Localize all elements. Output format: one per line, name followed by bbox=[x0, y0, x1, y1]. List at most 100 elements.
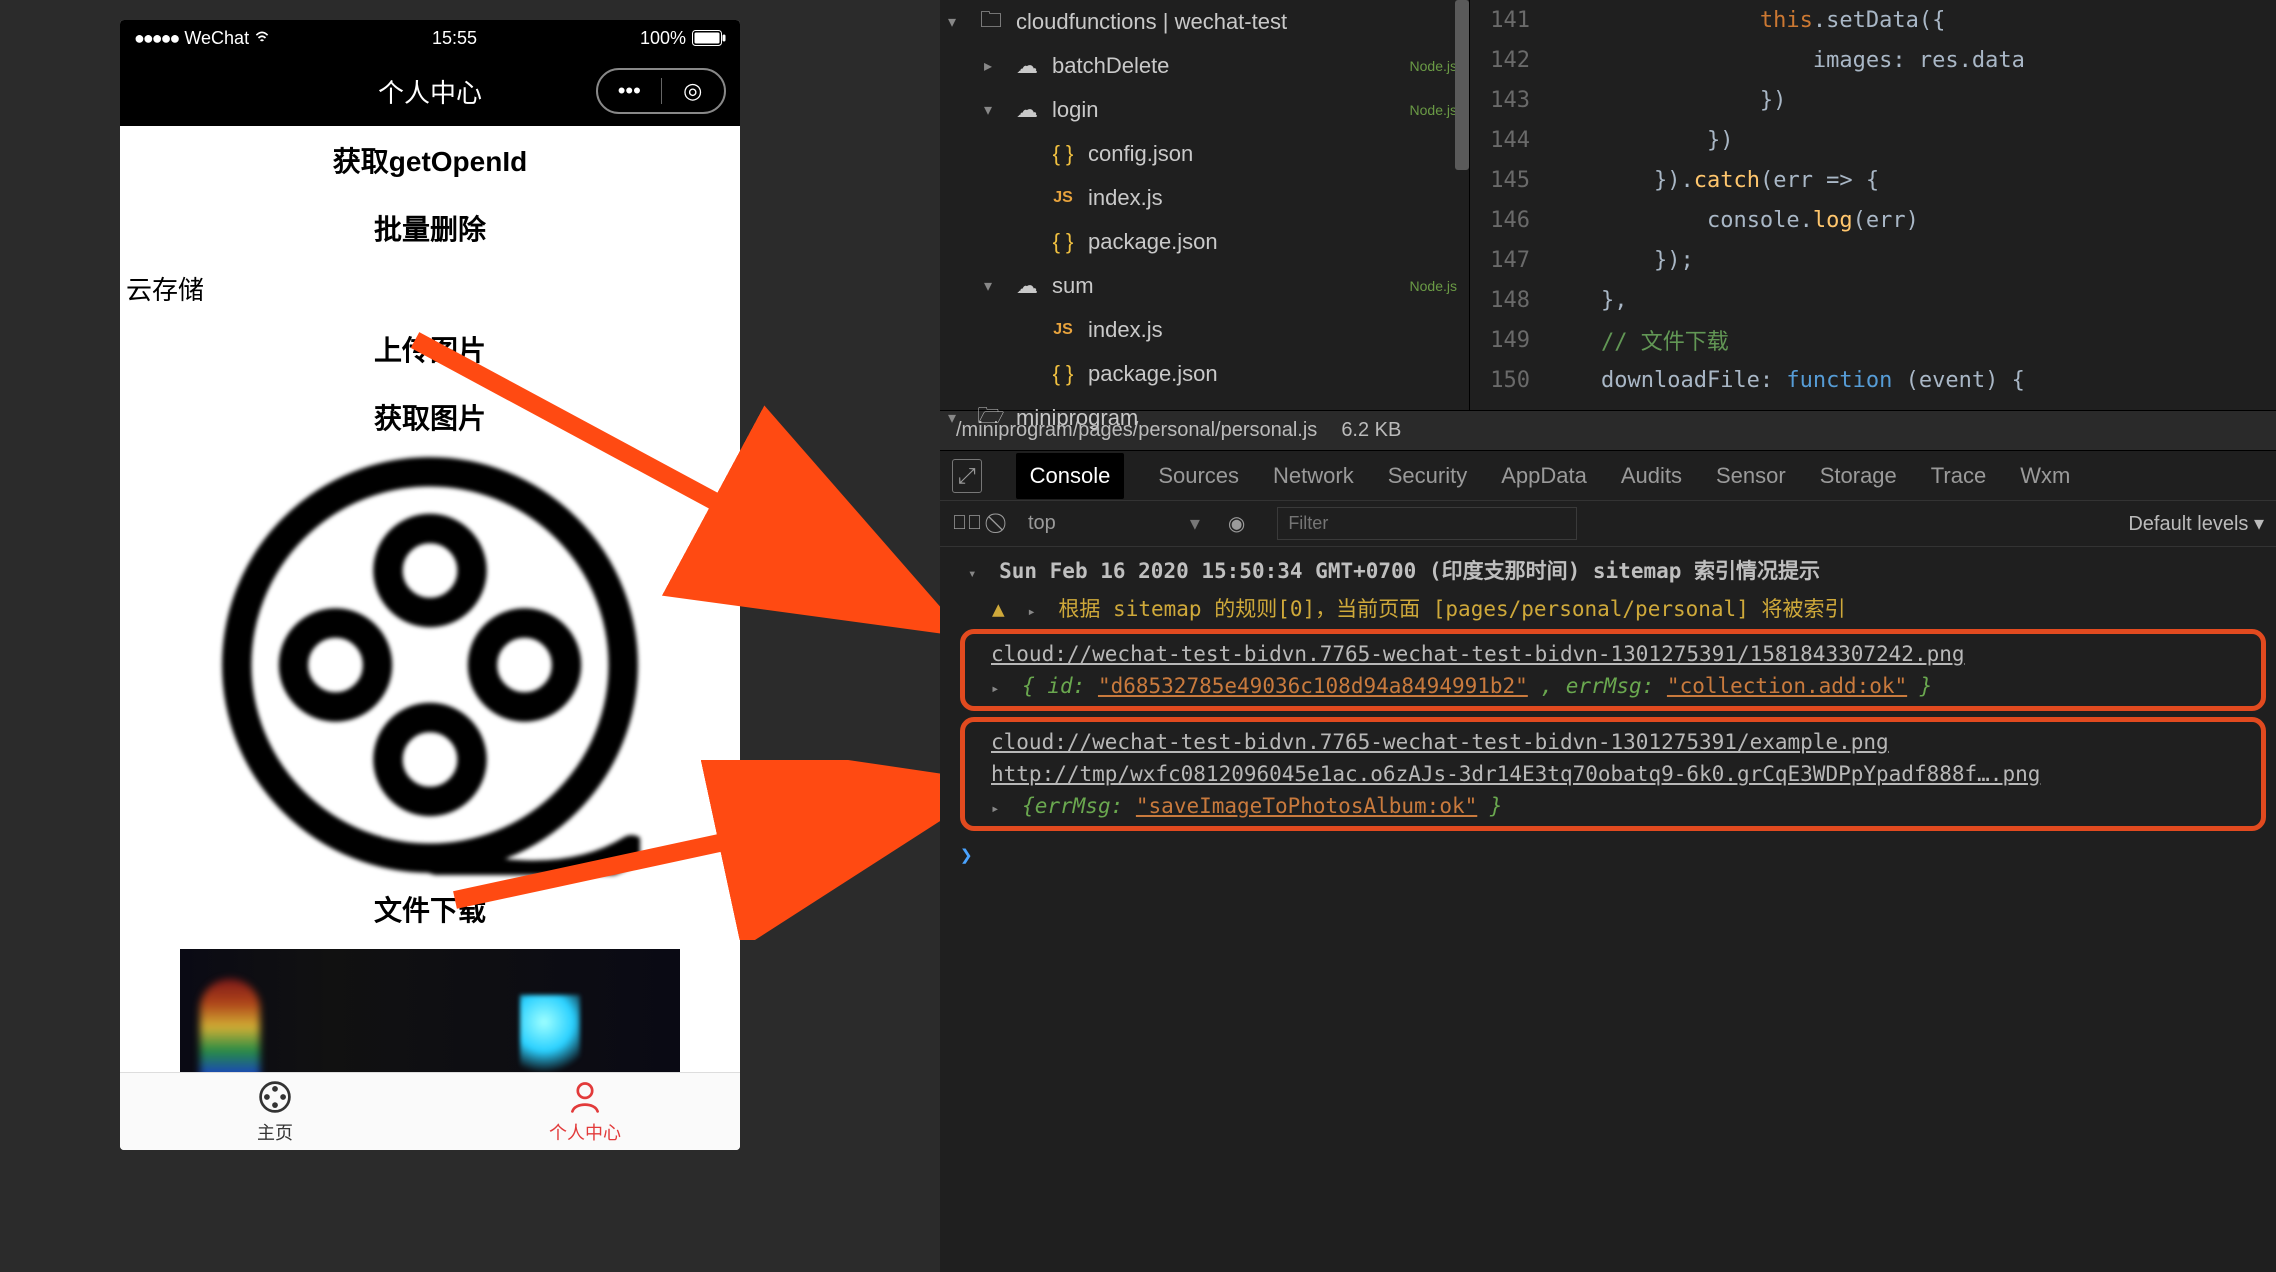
tab-network[interactable]: Network bbox=[1273, 463, 1354, 489]
eye-icon[interactable]: ◉ bbox=[1228, 511, 1245, 536]
batch-delete-button[interactable]: 批量删除 bbox=[120, 194, 740, 262]
code-editor[interactable]: 141 this.setData({ 142 images: res.data … bbox=[1470, 0, 2276, 410]
console-string: "saveImageToPhotosAlbum:ok" bbox=[1136, 794, 1477, 818]
tree-sum[interactable]: ▾ ☁ sum Node.js bbox=[940, 264, 1469, 308]
console-url[interactable]: cloud://wechat-test-bidvn.7765-wechat-te… bbox=[991, 642, 1965, 666]
battery-icon bbox=[692, 30, 726, 46]
context-select[interactable]: top ▾ bbox=[1018, 507, 1210, 540]
tab-appdata[interactable]: AppData bbox=[1501, 463, 1587, 489]
film-reel-icon bbox=[220, 455, 640, 875]
status-time: 15:55 bbox=[432, 28, 477, 49]
capsule-close-icon[interactable]: ◎ bbox=[662, 78, 725, 104]
console-group[interactable]: ▾ Sun Feb 16 2020 15:50:34 GMT+0700 (印度支… bbox=[950, 551, 2266, 589]
tree-sum-index-js[interactable]: JS index.js bbox=[940, 308, 1469, 352]
downloaded-image bbox=[180, 949, 680, 1072]
tab-personal[interactable]: 个人中心 bbox=[430, 1073, 740, 1150]
folder-icon: 🗀 bbox=[978, 3, 1004, 41]
console-output[interactable]: ▾ Sun Feb 16 2020 15:50:34 GMT+0700 (印度支… bbox=[940, 547, 2276, 1272]
code-token: function bbox=[1786, 368, 1892, 393]
line-number: 146 bbox=[1470, 208, 1548, 233]
code-token: console. bbox=[1707, 208, 1813, 233]
node-badge: Node.js bbox=[1410, 58, 1457, 74]
status-bar: ●●●●● WeChat 15:55 100% bbox=[120, 20, 740, 56]
filter-input[interactable] bbox=[1277, 507, 1577, 540]
console-object[interactable]: ▸ {errMsg: "saveImageToPhotosAlbum:ok" } bbox=[973, 790, 2253, 822]
chevron-down-icon: ▾ bbox=[984, 100, 1002, 120]
code-token: // 文件下载 bbox=[1601, 324, 1729, 356]
console-line[interactable]: cloud://wechat-test-bidvn.7765-wechat-te… bbox=[973, 638, 2253, 670]
get-image-button[interactable]: 获取图片 bbox=[120, 383, 740, 451]
code-token: }); bbox=[1654, 248, 1694, 273]
ide-pane: ▾ 🗀 cloudfunctions | wechat-test ▸ ☁ bat… bbox=[940, 0, 2276, 1272]
capsule[interactable]: ••• ◎ bbox=[596, 68, 726, 114]
console-object[interactable]: ▸ { id: "d68532785e49036c108d94a8494991b… bbox=[973, 670, 2253, 702]
chevron-down-icon: ▾ bbox=[984, 276, 1002, 296]
tab-home[interactable]: 主页 bbox=[120, 1073, 430, 1150]
tree-item-label: package.json bbox=[1088, 361, 1218, 387]
tab-wxm[interactable]: Wxm bbox=[2020, 463, 2070, 489]
tree-scrollbar[interactable] bbox=[1455, 0, 1469, 170]
capsule-menu-icon[interactable]: ••• bbox=[598, 78, 661, 104]
signal-dots-icon: ●●●●● bbox=[134, 28, 178, 49]
upload-image-button[interactable]: 上传图片 bbox=[120, 315, 740, 383]
tab-home-label: 主页 bbox=[257, 1119, 293, 1145]
console-line[interactable]: cloud://wechat-test-bidvn.7765-wechat-te… bbox=[973, 726, 2253, 758]
console-italic: {errMsg: bbox=[1022, 794, 1136, 818]
devtools-panel: ⤢ Console Sources Network Security AppDa… bbox=[940, 450, 2276, 1272]
console-group-label: Sun Feb 16 2020 15:50:34 GMT+0700 (印度支那时… bbox=[999, 559, 1820, 583]
tree-item-label: login bbox=[1052, 97, 1098, 123]
console-warning[interactable]: ▲ ▸ 根据 sitemap 的规则[0]，当前页面 [pages/person… bbox=[950, 589, 2266, 627]
line-number: 149 bbox=[1470, 328, 1548, 353]
tab-trace[interactable]: Trace bbox=[1931, 463, 1986, 489]
tab-console[interactable]: Console bbox=[1016, 453, 1125, 499]
warning-icon: ▲ bbox=[992, 597, 1005, 621]
cloud-storage-label: 云存储 bbox=[120, 262, 740, 315]
console-string: "collection.add:ok" bbox=[1667, 674, 1907, 698]
code-token: }) bbox=[1707, 128, 1734, 153]
console-line[interactable]: http://tmp/wxfc0812096045e1ac.o6zAJs-3dr… bbox=[973, 758, 2253, 790]
console-italic: , errMsg: bbox=[1540, 674, 1666, 698]
tree-item-label: miniprogram bbox=[1016, 405, 1138, 431]
element-picker-icon[interactable]: ⤢ bbox=[952, 459, 982, 493]
tab-personal-label: 个人中心 bbox=[549, 1119, 621, 1145]
person-icon bbox=[567, 1079, 603, 1115]
code-token: downloadFile: bbox=[1601, 368, 1786, 393]
tree-root[interactable]: ▾ 🗀 cloudfunctions | wechat-test bbox=[940, 0, 1469, 44]
console-warn-text: 根据 sitemap 的规则[0]，当前页面 [pages/personal/p… bbox=[1058, 597, 1845, 621]
tab-security[interactable]: Security bbox=[1388, 463, 1467, 489]
file-tree[interactable]: ▾ 🗀 cloudfunctions | wechat-test ▸ ☁ bat… bbox=[940, 0, 1470, 410]
code-token: .setData({ bbox=[1813, 8, 1945, 33]
tree-item-label: index.js bbox=[1088, 185, 1163, 211]
tab-sensor[interactable]: Sensor bbox=[1716, 463, 1786, 489]
battery-percent: 100% bbox=[640, 28, 686, 49]
reel-small-icon bbox=[257, 1079, 293, 1115]
node-badge: Node.js bbox=[1410, 102, 1457, 118]
tab-sources[interactable]: Sources bbox=[1158, 463, 1239, 489]
console-brace: } bbox=[1920, 674, 1933, 698]
tree-config-json[interactable]: { } config.json bbox=[940, 132, 1469, 176]
tab-audits[interactable]: Audits bbox=[1621, 463, 1682, 489]
code-token: images: res.data bbox=[1813, 48, 2025, 73]
tree-miniprogram[interactable]: ▾ 🗁 miniprogram bbox=[940, 396, 1469, 440]
tree-batchdelete[interactable]: ▸ ☁ batchDelete Node.js bbox=[940, 44, 1469, 88]
play-icon[interactable]: ▸⃞ bbox=[952, 512, 982, 535]
chevron-right-icon: ▸ bbox=[1027, 604, 1035, 620]
console-prompt[interactable]: ❯ bbox=[950, 837, 2266, 867]
tree-login[interactable]: ▾ ☁ login Node.js bbox=[940, 88, 1469, 132]
chevron-right-icon: ▸ bbox=[991, 681, 999, 697]
console-url[interactable]: http://tmp/wxfc0812096045e1ac.o6zAJs-3dr… bbox=[991, 762, 2040, 786]
tree-package-json[interactable]: { } package.json bbox=[940, 220, 1469, 264]
wifi-icon bbox=[255, 31, 269, 45]
devtools-tabs: ⤢ Console Sources Network Security AppDa… bbox=[940, 451, 2276, 501]
page-title: 个人中心 bbox=[378, 73, 482, 110]
folder-open-icon: 🗁 bbox=[978, 399, 1004, 437]
console-toolbar: ▸⃞ ⃠ top ▾ ◉ Default levels ▾ bbox=[940, 501, 2276, 547]
file-download-button[interactable]: 文件下载 bbox=[120, 875, 740, 943]
log-levels-select[interactable]: Default levels ▾ bbox=[2128, 511, 2264, 536]
get-openid-button[interactable]: 获取getOpenId bbox=[120, 126, 740, 194]
console-brace: } bbox=[1490, 794, 1503, 818]
tree-sum-package-json[interactable]: { } package.json bbox=[940, 352, 1469, 396]
console-url[interactable]: cloud://wechat-test-bidvn.7765-wechat-te… bbox=[991, 730, 1889, 754]
tree-index-js[interactable]: JS index.js bbox=[940, 176, 1469, 220]
tab-storage[interactable]: Storage bbox=[1820, 463, 1897, 489]
